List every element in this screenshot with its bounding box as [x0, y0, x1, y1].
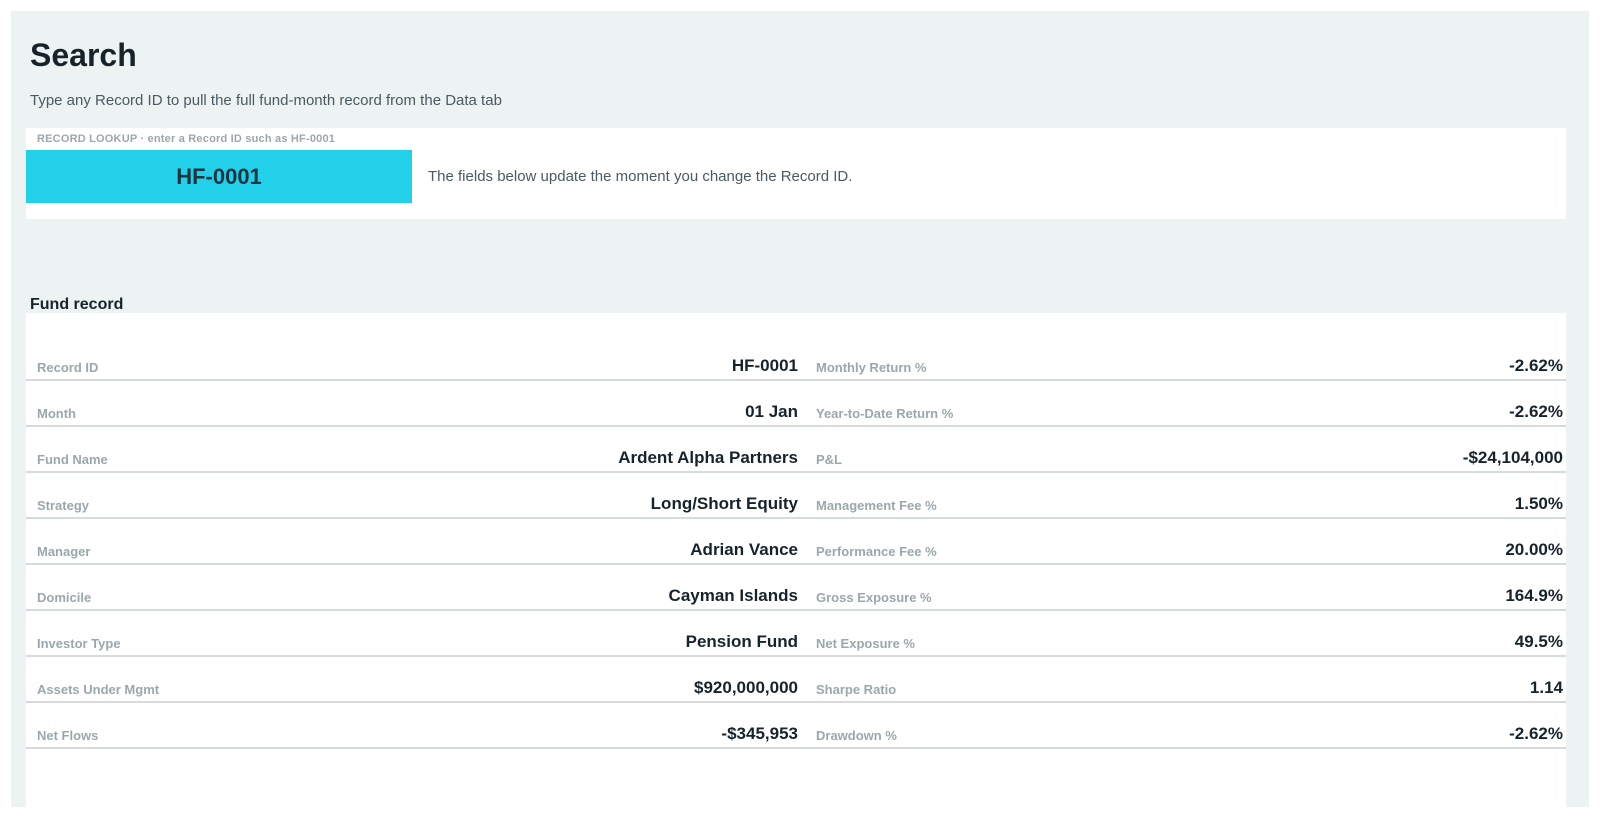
field-label: Net Flows — [37, 728, 99, 743]
fund-record-title: Fund record — [30, 296, 124, 313]
record-row: Assets Under Mgmt $920,000,000 Sharpe Rati… — [26, 657, 1566, 703]
record-lookup-note: The fields below update the moment you c… — [428, 168, 853, 185]
field-label: Sharpe Ratio — [816, 682, 897, 697]
record-id-input[interactable] — [26, 150, 412, 203]
field-value: 1.14 — [1529, 678, 1563, 697]
record-row: Manager Adrian Vance Performance Fee % 20.0… — [26, 519, 1566, 565]
field-value: HF-0001 — [731, 356, 798, 375]
record-field-left: Assets Under Mgmt $920,000,000 — [26, 657, 803, 701]
field-value: 1.50% — [1514, 494, 1563, 513]
record-field-right: Sharpe Ratio 1.14 — [803, 657, 1566, 701]
record-field-left: Investor Type Pension Fund — [26, 611, 803, 655]
field-label: P&L — [816, 452, 842, 467]
field-label: Gross Exposure % — [816, 590, 932, 605]
field-value: Ardent Alpha Partners — [618, 448, 798, 467]
field-label: Strategy — [37, 498, 90, 513]
fund-record-card: Record ID HF-0001 Monthly Return % -2.62% Mo… — [26, 313, 1566, 807]
field-label: Month — [37, 406, 76, 421]
field-label: Net Exposure % — [816, 636, 915, 651]
record-field-right: Management Fee % 1.50% — [803, 473, 1566, 517]
field-value: Cayman Islands — [668, 586, 798, 605]
record-lookup-card: RECORD LOOKUP · enter a Record ID such a… — [26, 128, 1566, 219]
field-value: Pension Fund — [685, 632, 798, 651]
field-label: Investor Type — [37, 636, 121, 651]
record-field-left: Month 01 Jan — [26, 381, 803, 425]
record-field-left: Domicile Cayman Islands — [26, 565, 803, 609]
field-label: Monthly Return % — [816, 360, 927, 375]
field-value: Long/Short Equity — [650, 494, 798, 513]
record-row: Domicile Cayman Islands Gross Exposure % 16… — [26, 565, 1566, 611]
record-field-left: Strategy Long/Short Equity — [26, 473, 803, 517]
record-lookup-label: RECORD LOOKUP · enter a Record ID such a… — [37, 133, 336, 145]
field-value: -$24,104,000 — [1462, 448, 1563, 467]
field-label: Year-to-Date Return % — [816, 406, 954, 421]
record-field-left: Net Flows -$345,953 — [26, 703, 803, 747]
field-value: 01 Jan — [745, 402, 798, 421]
field-label: Performance Fee % — [816, 544, 937, 559]
record-field-right: Drawdown % -2.62% — [803, 703, 1566, 747]
field-value: -2.62% — [1509, 724, 1563, 743]
field-label: Domicile — [37, 590, 92, 605]
field-value: $920,000,000 — [694, 678, 798, 697]
record-field-left: Manager Adrian Vance — [26, 519, 803, 563]
field-label: Assets Under Mgmt — [37, 682, 160, 697]
record-row: Net Flows -$345,953 Drawdown % -2.62% — [26, 703, 1566, 749]
field-value: -2.62% — [1509, 356, 1563, 375]
record-field-left: Record ID HF-0001 — [26, 335, 803, 379]
field-value: 164.9% — [1505, 586, 1563, 605]
record-field-right: P&L -$24,104,000 — [803, 427, 1566, 471]
record-row: Strategy Long/Short Equity Management Fee … — [26, 473, 1566, 519]
page-title: Search — [30, 37, 137, 73]
field-label: Fund Name — [37, 452, 108, 467]
field-value: -2.62% — [1509, 402, 1563, 421]
record-row: Record ID HF-0001 Monthly Return % -2.62% — [26, 335, 1566, 381]
record-field-right: Net Exposure % 49.5% — [803, 611, 1566, 655]
record-row: Month 01 Jan Year-to-Date Return % -2.62% — [26, 381, 1566, 427]
record-field-right: Year-to-Date Return % -2.62% — [803, 381, 1566, 425]
field-label: Management Fee % — [816, 498, 937, 513]
record-row: Investor Type Pension Fund Net Exposure % 4… — [26, 611, 1566, 657]
field-label: Manager — [37, 544, 91, 559]
record-field-right: Gross Exposure % 164.9% — [803, 565, 1566, 609]
field-value: 49.5% — [1514, 632, 1563, 651]
search-sheet: Search Type any Record ID to pull the fu… — [11, 11, 1589, 807]
record-row: Fund Name Ardent Alpha Partners P&L -$24,10… — [26, 427, 1566, 473]
field-label: Record ID — [37, 360, 99, 375]
field-value: Adrian Vance — [690, 540, 798, 559]
field-value: 20.00% — [1505, 540, 1563, 559]
fund-record-grid: Record ID HF-0001 Monthly Return % -2.62% Mo… — [26, 335, 1566, 749]
record-field-right: Monthly Return % -2.62% — [803, 335, 1566, 379]
field-label: Drawdown % — [816, 728, 897, 743]
page-subtitle: Type any Record ID to pull the full fund… — [30, 92, 502, 109]
field-value: -$345,953 — [721, 724, 798, 743]
record-field-right: Performance Fee % 20.00% — [803, 519, 1566, 563]
record-field-left: Fund Name Ardent Alpha Partners — [26, 427, 803, 471]
